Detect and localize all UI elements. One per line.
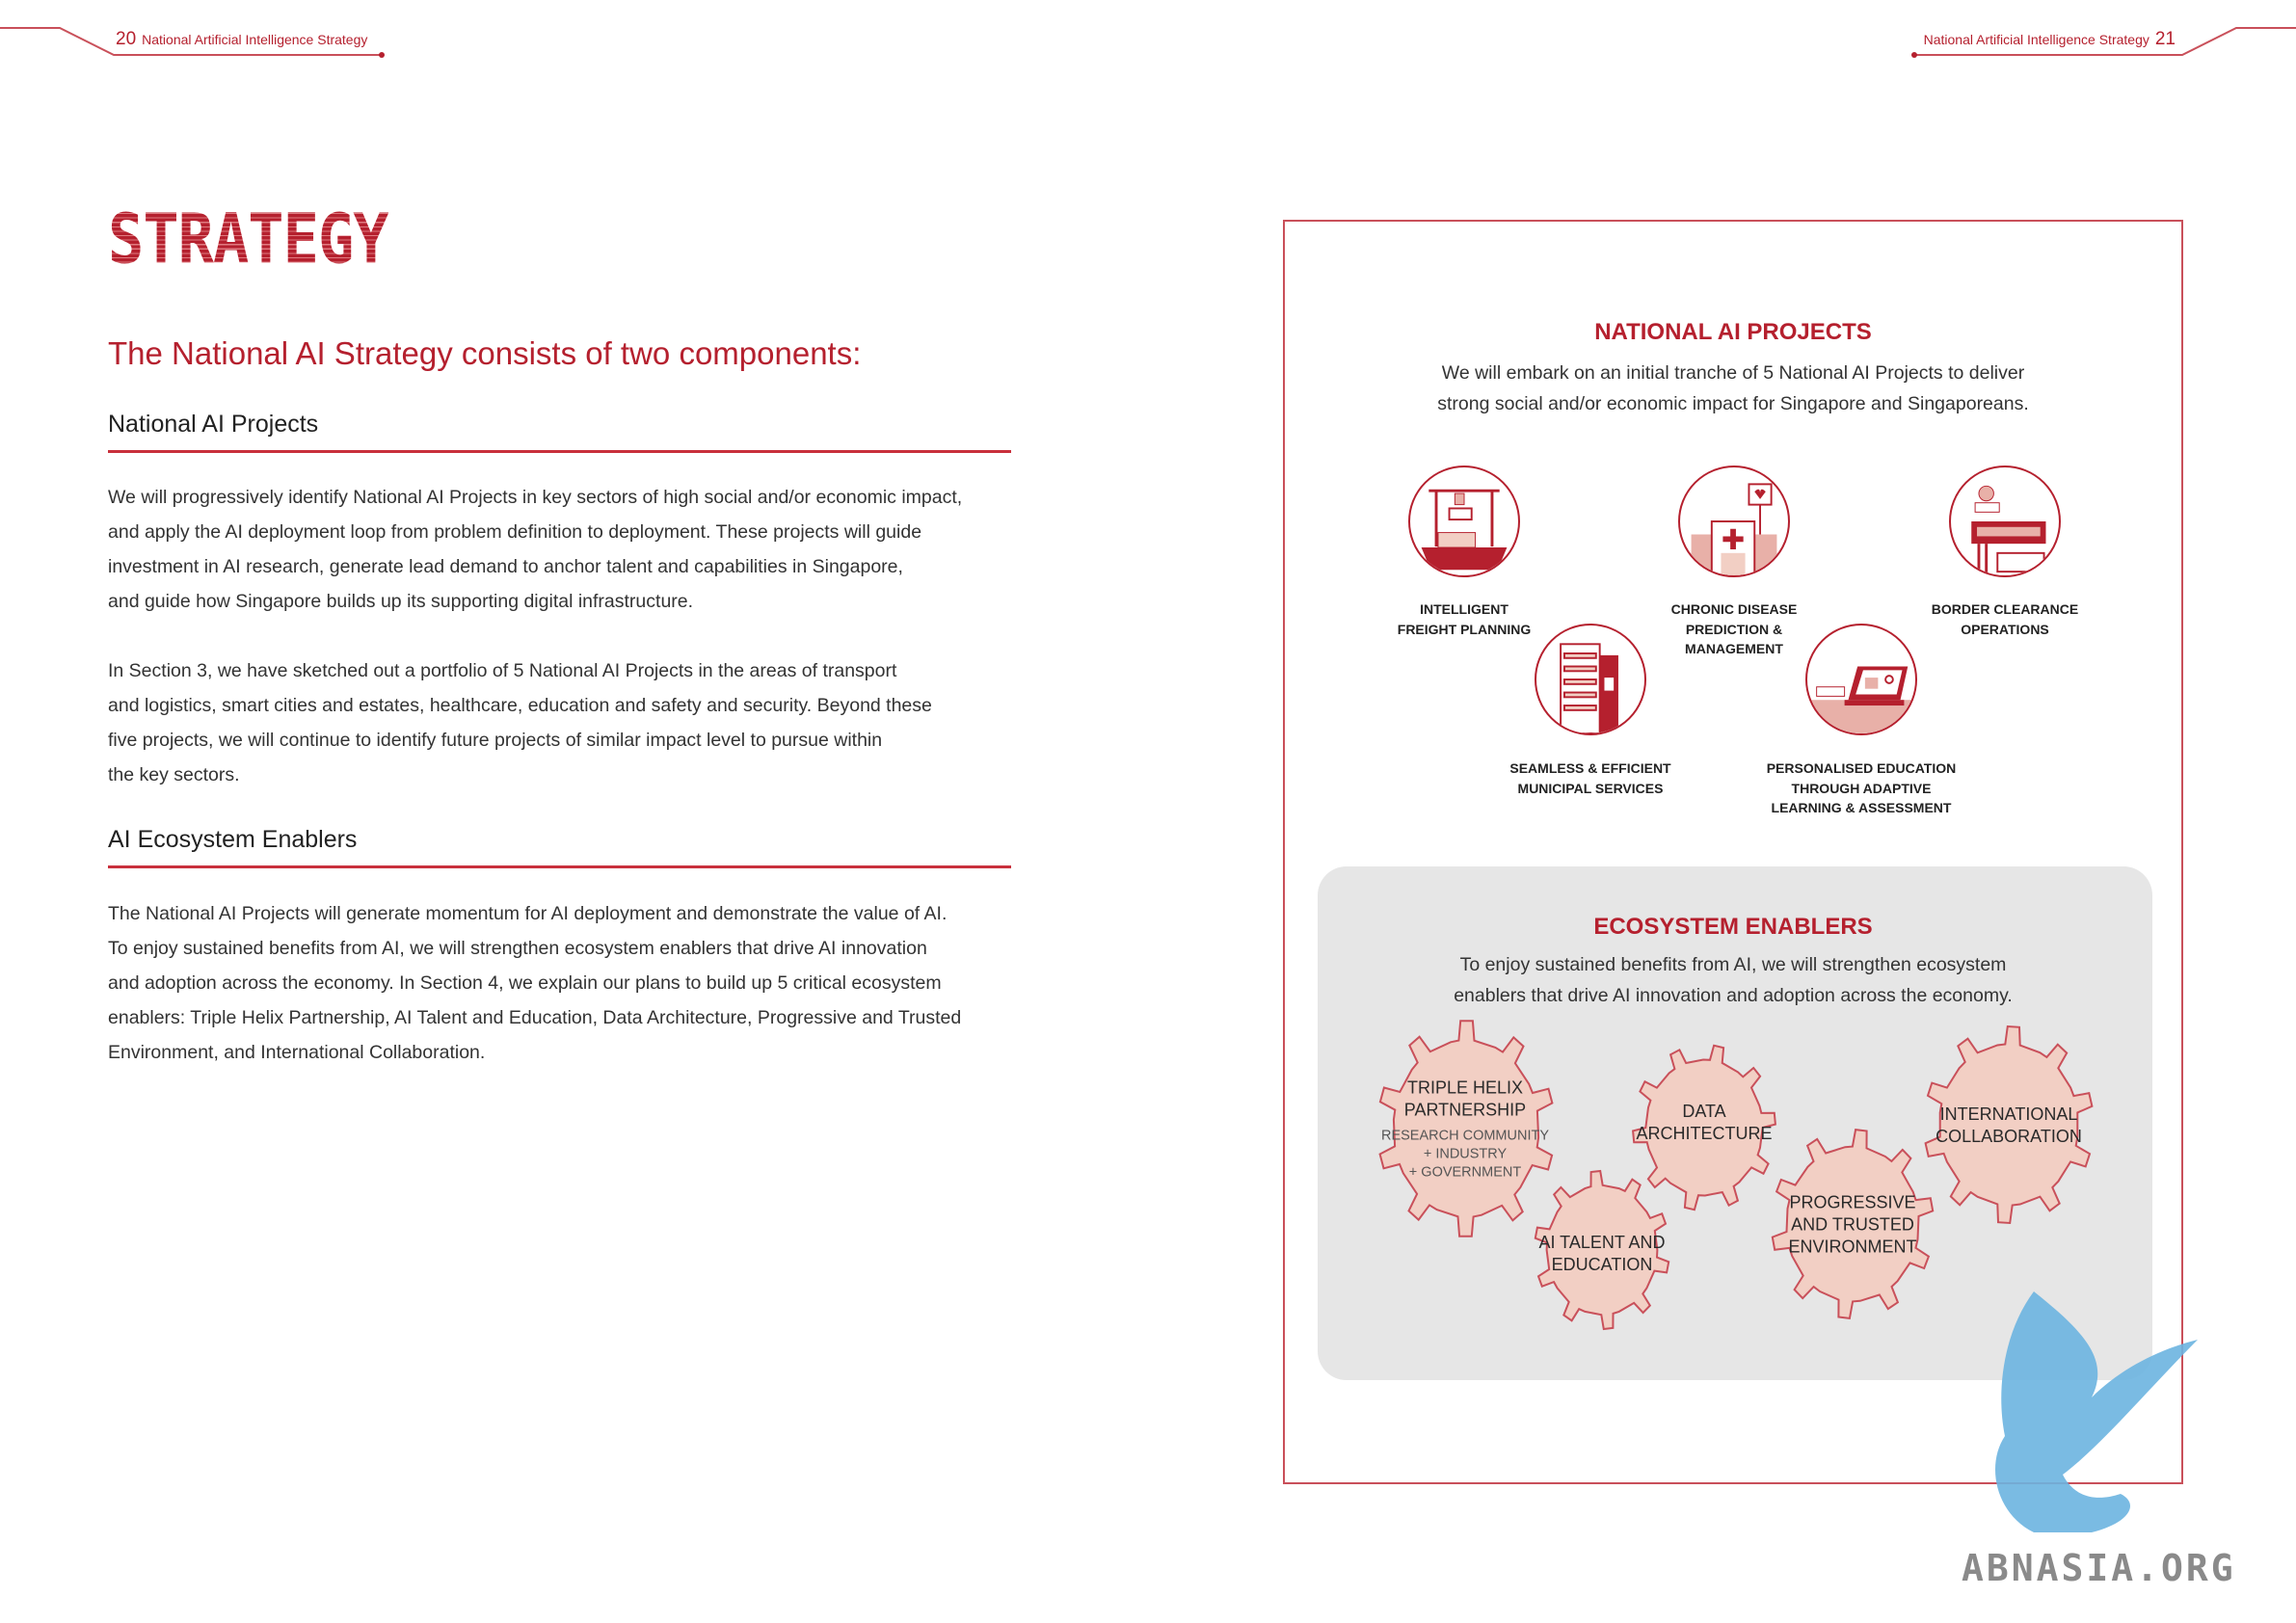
text-line: DATA bbox=[1682, 1102, 1726, 1121]
text-line: AND TRUSTED bbox=[1791, 1214, 1914, 1235]
text-line: EDUCATION bbox=[1551, 1255, 1653, 1274]
text-line: INTERNATIONAL bbox=[1939, 1104, 2078, 1124]
text-line: TRIPLE HELIX bbox=[1406, 1078, 1524, 1098]
enabler-triple-helix: TRIPLE HELIX PARTNERSHIP RESEARCH COMMUNI… bbox=[1381, 1078, 1549, 1183]
text-line: PROGRESSIVE bbox=[1789, 1192, 1916, 1212]
text-line: COLLABORATION bbox=[1936, 1127, 2082, 1146]
text-line: + INDUSTRY bbox=[1423, 1146, 1508, 1162]
enabler-ai-talent: AI TALENT AND EDUCATION bbox=[1538, 1232, 1665, 1276]
enabler-progressive-trusted: PROGRESSIVE AND TRUSTED ENVIRONMENT bbox=[1788, 1192, 1916, 1259]
text-line: ARCHITECTURE bbox=[1636, 1124, 1773, 1143]
enabler-data-architecture: DATA ARCHITECTURE bbox=[1636, 1101, 1772, 1145]
watermark-text: ABNASIA.ORG bbox=[1962, 1547, 2236, 1589]
text-line: ENVIRONMENT bbox=[1788, 1237, 1917, 1257]
text-line: PARTNERSHIP bbox=[1403, 1100, 1527, 1120]
text-line: AI TALENT AND bbox=[1538, 1233, 1666, 1252]
text-line: RESEARCH COMMUNITY bbox=[1380, 1128, 1550, 1144]
griffin-watermark-icon bbox=[1995, 1291, 2198, 1532]
enabler-international: INTERNATIONAL COLLABORATION bbox=[1936, 1104, 2082, 1148]
text-line: + GOVERNMENT bbox=[1408, 1164, 1522, 1181]
